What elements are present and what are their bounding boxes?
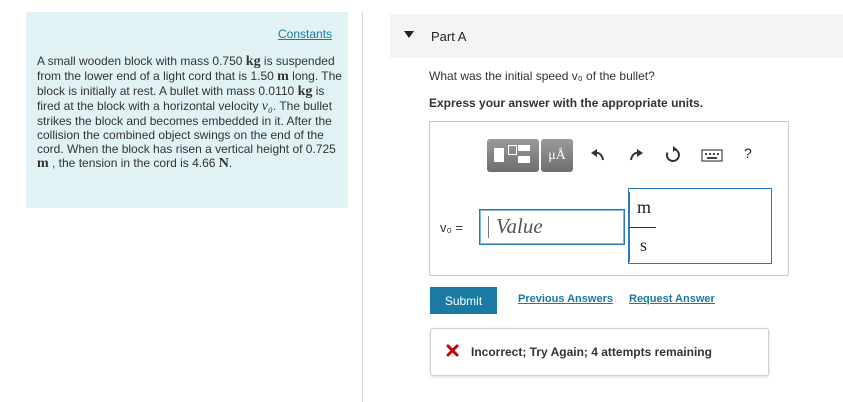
keyboard-icon[interactable] bbox=[701, 146, 723, 164]
instruction-text: Express your answer with the appropriate… bbox=[429, 96, 704, 110]
reset-icon[interactable] bbox=[664, 146, 682, 164]
value-input[interactable]: Value bbox=[479, 209, 625, 245]
redo-icon[interactable] bbox=[627, 146, 645, 164]
fraction-bar bbox=[630, 227, 656, 228]
unit-numerator: m bbox=[637, 197, 652, 217]
part-header[interactable]: Part A bbox=[390, 14, 843, 58]
feedback-status: Incorrect; Try Again; 4 attempts remaini… bbox=[471, 345, 712, 359]
help-icon[interactable]: ? bbox=[744, 145, 752, 161]
problem-statement: A small wooden block with mass 0.750 kg … bbox=[37, 54, 342, 171]
undo-icon[interactable] bbox=[589, 146, 607, 164]
variable-label: v₀ = bbox=[440, 220, 464, 235]
problem-panel: Constants A small wooden block with mass… bbox=[26, 12, 348, 208]
collapse-triangle-icon[interactable] bbox=[404, 31, 414, 38]
column-divider bbox=[362, 12, 363, 402]
submit-button[interactable]: Submit bbox=[430, 287, 497, 314]
part-title: Part A bbox=[431, 29, 467, 44]
incorrect-x-icon bbox=[446, 344, 459, 357]
templates-button[interactable] bbox=[487, 139, 539, 172]
previous-answers-link[interactable]: Previous Answers bbox=[518, 293, 613, 305]
constants-link[interactable]: Constants bbox=[278, 27, 332, 41]
units-button[interactable]: μÅ bbox=[541, 139, 573, 172]
value-placeholder: Value bbox=[496, 214, 543, 238]
request-answer-link[interactable]: Request Answer bbox=[629, 293, 715, 305]
question-text: What was the initial speed v₀ of the bul… bbox=[429, 69, 655, 83]
text-cursor bbox=[488, 216, 489, 238]
unit-denominator: s bbox=[640, 235, 648, 255]
